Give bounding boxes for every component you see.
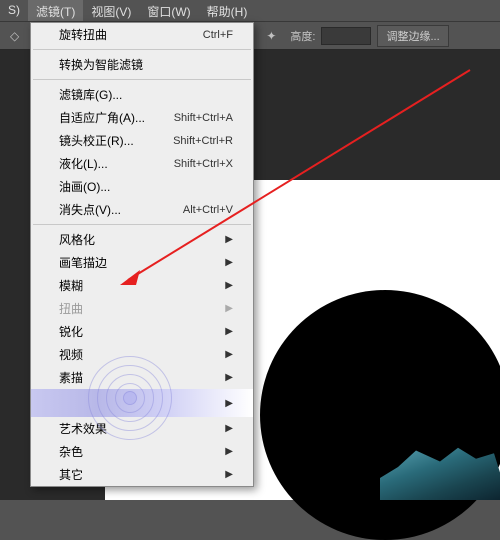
menu-view[interactable]: 视图(V) [83,0,139,21]
filter-dropdown: 旋转扭曲Ctrl+F 转换为智能滤镜滤镜库(G)...自适应广角(A)...Shi… [30,22,254,487]
submenu-arrow-icon: ▶ [225,280,233,291]
menu-item[interactable]: 杂色▶ [31,440,253,463]
menu-separator [33,224,251,225]
menu-filter[interactable]: 滤镜(T) [28,0,83,21]
submenu-arrow-icon: ▶ [225,469,233,480]
menu-item[interactable]: 视频▶ [31,343,253,366]
refine-edge-button[interactable]: 调整边缘... [377,25,448,47]
menu-help[interactable]: 帮助(H) [199,0,256,21]
menu-separator [33,79,251,80]
submenu-arrow-icon: ▶ [225,398,233,409]
menu-item[interactable]: 消失点(V)...Alt+Ctrl+V [31,198,253,221]
black-circle-shape [260,290,500,540]
submenu-arrow-icon: ▶ [225,234,233,245]
menu-item[interactable]: 画笔描边▶ [31,251,253,274]
submenu-arrow-icon: ▶ [225,349,233,360]
menu-item[interactable]: 液化(L)...Shift+Ctrl+X [31,152,253,175]
menu-item[interactable]: 油画(O)... [31,175,253,198]
menu-item[interactable]: 锐化▶ [31,320,253,343]
menu-item[interactable]: ▶ [31,389,253,417]
height-input[interactable] [321,27,371,45]
menu-item[interactable]: 模糊▶ [31,274,253,297]
menu-select-partial[interactable]: S) [0,0,28,21]
menu-item[interactable]: 素描▶ [31,366,253,389]
menu-item[interactable]: 滤镜库(G)... [31,83,253,106]
submenu-arrow-icon: ▶ [225,257,233,268]
menu-item[interactable]: 其它▶ [31,463,253,486]
menu-item[interactable]: 旋转扭曲Ctrl+F [31,23,253,46]
height-label: 高度: [290,28,315,44]
menu-window[interactable]: 窗口(W) [139,0,198,21]
anchor-point-icon: ◇ [10,29,19,43]
menu-separator [33,49,251,50]
submenu-arrow-icon: ▶ [225,423,233,434]
submenu-arrow-icon: ▶ [225,303,233,314]
menu-item[interactable]: 艺术效果▶ [31,417,253,440]
submenu-arrow-icon: ▶ [225,372,233,383]
menubar: S) 滤镜(T) 视图(V) 窗口(W) 帮助(H) [0,0,500,22]
menu-item[interactable]: 转换为智能滤镜 [31,53,253,76]
menu-item[interactable]: 风格化▶ [31,228,253,251]
submenu-arrow-icon: ▶ [225,326,233,337]
submenu-arrow-icon: ▶ [225,446,233,457]
menu-item: 扭曲▶ [31,297,253,320]
menu-item[interactable]: 镜头校正(R)...Shift+Ctrl+R [31,129,253,152]
spray-icon[interactable]: ✦ [266,29,276,43]
menu-item[interactable]: 自适应广角(A)...Shift+Ctrl+A [31,106,253,129]
